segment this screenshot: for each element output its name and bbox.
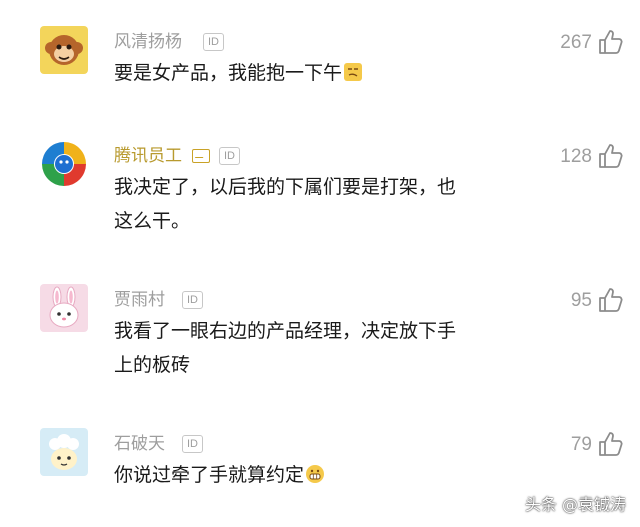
tencent-news-avatar[interactable] — [40, 140, 88, 188]
id-badge: ID — [219, 147, 240, 165]
like-count: 79 — [570, 434, 592, 455]
thumbs-up-icon[interactable] — [597, 286, 625, 314]
like-count: 95 — [570, 290, 592, 311]
vip-card-icon — [192, 149, 210, 163]
thumbs-up-icon[interactable] — [597, 430, 625, 458]
like-count: 128 — [560, 146, 592, 167]
smug-face-emoji — [343, 62, 363, 82]
comment-username[interactable]: 风清扬杨 — [114, 30, 182, 54]
comment-text: 你说过牵了手就算约定 — [114, 458, 534, 492]
watermark: 头条 @袁铖涛 — [524, 495, 626, 514]
bunny-avatar[interactable] — [40, 284, 88, 332]
comment-username[interactable]: 石破天 — [114, 432, 165, 456]
comment-text-line: 上的板砖 — [114, 354, 191, 376]
id-badge: ID — [203, 33, 224, 51]
comment-text: 要是女产品，我能抱一下午 — [114, 56, 534, 90]
grimace-face-emoji — [305, 464, 325, 484]
thumbs-up-icon[interactable] — [597, 28, 625, 56]
comment-text-line: 这么干。 — [114, 210, 191, 232]
sheep-avatar[interactable] — [40, 428, 88, 476]
thumbs-up-icon[interactable] — [597, 142, 625, 170]
comment-text: 我决定了，以后我的下属们要是打架，也 这么干。 — [114, 170, 534, 238]
comment-text-line: 你说过牵了手就算约定 — [114, 464, 305, 486]
comment-username[interactable]: 贾雨村 — [114, 288, 165, 312]
like-count: 267 — [560, 32, 592, 53]
comment-text-line: 我看了一眼右边的产品经理，决定放下手 — [114, 320, 457, 342]
comment-text: 我看了一眼右边的产品经理，决定放下手 上的板砖 — [114, 314, 534, 382]
comment-text-line: 要是女产品，我能抱一下午 — [114, 62, 343, 84]
id-badge: ID — [182, 435, 203, 453]
comment-username[interactable]: 腾讯员工 — [114, 144, 182, 168]
comment-text-line: 我决定了，以后我的下属们要是打架，也 — [114, 176, 457, 198]
id-badge: ID — [182, 291, 203, 309]
monkey-avatar[interactable] — [40, 26, 88, 74]
